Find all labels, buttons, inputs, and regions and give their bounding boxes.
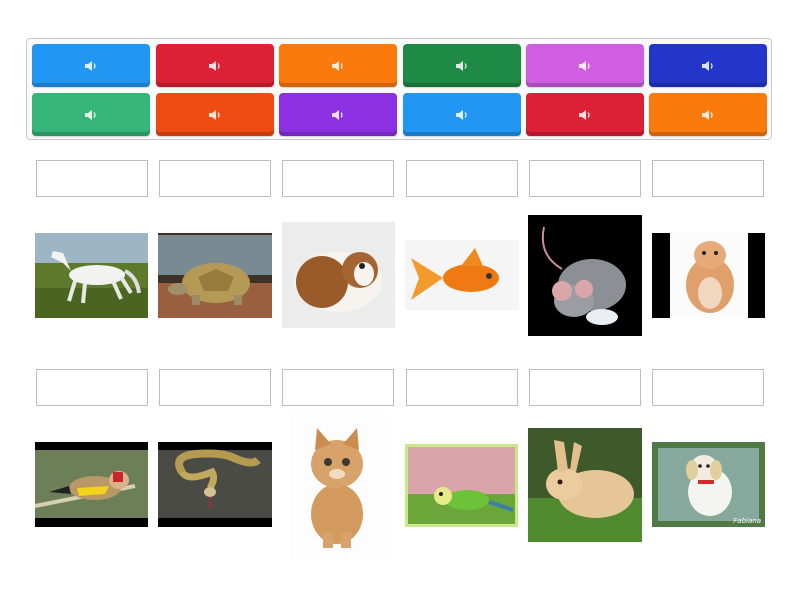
answer-slot[interactable] (406, 160, 518, 197)
speaker-icon (579, 60, 590, 71)
hamster-image (652, 233, 765, 318)
audio-tile-tray (26, 38, 772, 140)
answer-slot[interactable] (652, 160, 764, 197)
kitten-image (289, 414, 385, 560)
audio-tile[interactable] (403, 93, 521, 136)
audio-tile[interactable] (649, 44, 767, 87)
speaker-icon (209, 60, 220, 71)
speaker-icon (702, 60, 713, 71)
audio-tile[interactable] (279, 44, 397, 87)
answer-slot[interactable] (652, 369, 764, 406)
puppy-image: Fabiana (652, 442, 765, 527)
audio-tile[interactable] (526, 44, 644, 87)
audio-tile[interactable] (32, 44, 150, 87)
audio-tile[interactable] (156, 93, 274, 136)
speaker-icon (85, 109, 96, 120)
budgie-image (405, 444, 518, 527)
audio-tile[interactable] (526, 93, 644, 136)
snake-image (158, 442, 272, 527)
speaker-icon (456, 109, 467, 120)
speaker-icon (579, 109, 590, 120)
answer-slot[interactable] (406, 369, 518, 406)
answer-slot[interactable] (159, 369, 271, 406)
guinea-pig-image (282, 222, 395, 328)
tortoise-image (158, 233, 272, 318)
answer-slot[interactable] (282, 369, 394, 406)
goldfish-image (405, 240, 519, 310)
answer-slot[interactable] (529, 160, 641, 197)
horse-image (35, 233, 148, 318)
audio-tile[interactable] (403, 44, 521, 87)
speaker-icon (456, 60, 467, 71)
answer-slot[interactable] (529, 369, 641, 406)
speaker-icon (209, 109, 220, 120)
speaker-icon (85, 60, 96, 71)
audio-tile[interactable] (279, 93, 397, 136)
answer-slot[interactable] (36, 160, 148, 197)
audio-tile[interactable] (32, 93, 150, 136)
audio-tile[interactable] (156, 44, 274, 87)
watermark: Fabiana (733, 517, 761, 525)
speaker-icon (332, 109, 343, 120)
answer-slot[interactable] (36, 369, 148, 406)
mouse-image (528, 215, 642, 336)
answer-slot[interactable] (159, 160, 271, 197)
speaker-icon (702, 109, 713, 120)
answer-slot[interactable] (282, 160, 394, 197)
rabbit-image (528, 428, 642, 542)
goldfinch-image (35, 442, 148, 527)
audio-tile[interactable] (649, 93, 767, 136)
speaker-icon (332, 60, 343, 71)
